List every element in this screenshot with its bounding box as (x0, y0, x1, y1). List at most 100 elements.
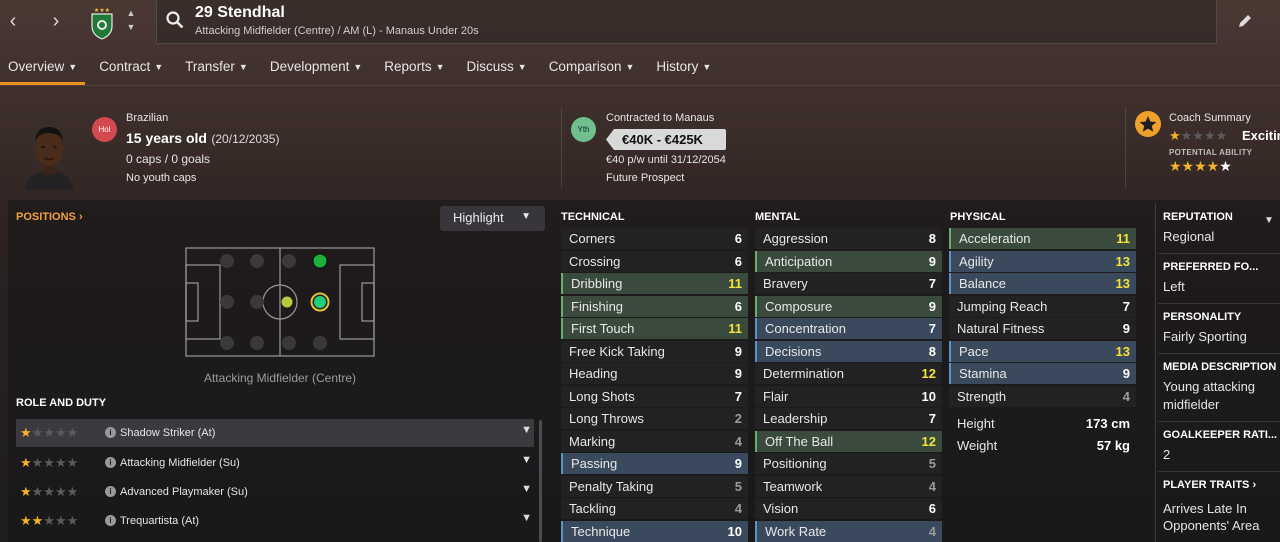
info-icon[interactable]: i (105, 457, 116, 468)
info-icon[interactable]: i (105, 427, 116, 438)
club-badge-icon[interactable]: ★★★ (88, 6, 116, 40)
attribute-value: 7 (928, 276, 936, 291)
attribute-row-teamwork[interactable]: Teamwork 4 (755, 475, 942, 497)
attribute-row-first-touch[interactable]: First Touch 11 (561, 318, 748, 339)
attribute-row-penalty-taking[interactable]: Penalty Taking 5 (561, 475, 748, 497)
tab-development[interactable]: Development ▼ (262, 52, 370, 84)
attribute-row-jumping-reach[interactable]: Jumping Reach 7 (949, 295, 1136, 317)
attribute-row-work-rate[interactable]: Work Rate 4 (755, 520, 942, 542)
divider (1158, 471, 1280, 472)
attribute-name: First Touch (571, 321, 635, 336)
attribute-row-bravery[interactable]: Bravery 7 (755, 273, 942, 294)
tab-comparison[interactable]: Comparison ▼ (541, 52, 643, 84)
transfer-value-tag[interactable]: €40K - €425K (606, 129, 726, 150)
attribute-value: 6 (734, 253, 742, 269)
chevron-down-icon[interactable]: ▼ (521, 483, 532, 495)
role-row[interactable]: ★★★★★ i Attacking Midfielder (Su) ▼ (16, 449, 534, 477)
chevron-up-icon[interactable]: ▲ (124, 6, 138, 20)
tab-contract[interactable]: Contract ▼ (91, 52, 171, 84)
attribute-row-pace[interactable]: Pace 13 (949, 340, 1136, 362)
attribute-row-determination[interactable]: Determination 12 (755, 363, 942, 384)
chevron-down-icon[interactable]: ▼ (1264, 215, 1274, 226)
tab-divider (0, 85, 1280, 86)
highlight-dropdown[interactable]: Highlight ▼ (440, 206, 545, 231)
attribute-row-technique[interactable]: Technique 10 (561, 520, 748, 542)
chevron-down-icon[interactable]: ▼ (124, 20, 138, 34)
attribute-row-tackling[interactable]: Tackling 4 (561, 498, 748, 519)
attribute-row-natural-fitness[interactable]: Natural Fitness 9 (949, 318, 1136, 339)
attribute-row-agility[interactable]: Agility 13 (949, 250, 1136, 272)
attribute-value: 11 (728, 321, 742, 336)
attribute-row-free-kick-taking[interactable]: Free Kick Taking 9 (561, 340, 748, 362)
attribute-row-corners[interactable]: Corners 6 (561, 228, 748, 249)
attribute-value: 2 (734, 411, 742, 426)
chevron-down-icon: ▼ (517, 62, 527, 72)
attribute-row-balance[interactable]: Balance 13 (949, 273, 1136, 294)
attribute-name: Bravery (763, 276, 808, 291)
attribute-name: Long Shots (569, 388, 635, 404)
chevron-down-icon: ▼ (521, 211, 531, 222)
attribute-value: 4 (928, 478, 936, 494)
attribute-row-vision[interactable]: Vision 6 (755, 498, 942, 519)
role-stars: ★★★★★ (20, 425, 79, 440)
edit-pencil-icon[interactable] (1236, 12, 1254, 30)
chevron-down-icon[interactable]: ▼ (521, 424, 532, 436)
attribute-row-strength[interactable]: Strength 4 (949, 385, 1136, 407)
attribute-value: 4 (928, 523, 936, 539)
attribute-name: Leadership (763, 411, 828, 426)
chevron-down-icon[interactable]: ▼ (521, 454, 532, 466)
attribute-row-anticipation[interactable]: Anticipation 9 (755, 250, 942, 272)
attribute-row-long-throws[interactable]: Long Throws 2 (561, 408, 748, 429)
chevron-down-icon: ▼ (353, 62, 363, 72)
role-row[interactable]: ★★★★★ i Trequartista (At) ▼ (16, 507, 534, 535)
attribute-name: Stamina (959, 366, 1007, 381)
attribute-row-concentration[interactable]: Concentration 7 (755, 318, 942, 339)
player-traits-link[interactable]: PLAYER TRAITS › (1163, 479, 1256, 491)
attribute-row-acceleration[interactable]: Acceleration 11 (949, 228, 1136, 249)
attribute-row-leadership[interactable]: Leadership 7 (755, 408, 942, 429)
info-icon[interactable]: i (105, 515, 116, 526)
tab-history[interactable]: History ▼ (648, 52, 719, 84)
back-arrow-icon[interactable]: ‹ (3, 8, 23, 34)
attribute-row-decisions[interactable]: Decisions 8 (755, 340, 942, 362)
attribute-row-dribbling[interactable]: Dribbling 11 (561, 273, 748, 294)
attribute-row-heading[interactable]: Heading 9 (561, 363, 748, 384)
tab-reports[interactable]: Reports ▼ (376, 52, 452, 84)
attribute-row-finishing[interactable]: Finishing 6 (561, 295, 748, 317)
forward-arrow-icon[interactable]: › (46, 8, 66, 34)
roles-scrollbar[interactable] (539, 420, 542, 542)
attribute-row-passing[interactable]: Passing 9 (561, 453, 748, 474)
attribute-value: 7 (928, 411, 936, 426)
attribute-name: Dribbling (571, 276, 623, 291)
positions-link[interactable]: POSITIONS › (16, 211, 83, 223)
attribute-row-composure[interactable]: Composure 9 (755, 295, 942, 317)
search-icon[interactable] (165, 10, 185, 30)
player-trait: Opponents' Area (1163, 518, 1260, 533)
role-stars: ★★★★★ (20, 513, 79, 528)
attribute-row-long-shots[interactable]: Long Shots 7 (561, 385, 748, 407)
role-stars: ★★★★★ (20, 455, 79, 470)
attribute-name: Work Rate (765, 523, 827, 539)
attribute-value: 11 (728, 276, 742, 291)
attribute-row-crossing[interactable]: Crossing 6 (561, 250, 748, 272)
attribute-row-positioning[interactable]: Positioning 5 (755, 453, 942, 474)
role-stars: ★★★★★ (20, 484, 79, 499)
coach-summary-text: Exciting (1242, 128, 1280, 143)
role-row[interactable]: ★★★★★ i Advanced Playmaker (Su) ▼ (16, 478, 534, 506)
attribute-row-marking[interactable]: Marking 4 (561, 430, 748, 452)
player-switch-arrows[interactable]: ▲ ▼ (124, 6, 138, 34)
attribute-value: 6 (928, 501, 936, 516)
role-row[interactable]: ★★★★★ i Shadow Striker (At) ▼ (16, 419, 534, 447)
tab-overview[interactable]: Overview ▼ (0, 52, 86, 85)
chevron-down-icon[interactable]: ▼ (521, 512, 532, 524)
player-search-box[interactable]: 29 Stendhal Attacking Midfielder (Centre… (156, 0, 1217, 44)
info-icon[interactable]: i (105, 486, 116, 497)
attribute-row-off-the-ball[interactable]: Off The Ball 12 (755, 430, 942, 452)
tab-discuss[interactable]: Discuss ▼ (459, 52, 535, 84)
attribute-row-aggression[interactable]: Aggression 8 (755, 228, 942, 249)
attribute-row-flair[interactable]: Flair 10 (755, 385, 942, 407)
attribute-value: 9 (734, 366, 742, 381)
attribute-row-stamina[interactable]: Stamina 9 (949, 363, 1136, 384)
attribute-name: Vision (763, 501, 799, 516)
tab-transfer[interactable]: Transfer ▼ (177, 52, 256, 84)
